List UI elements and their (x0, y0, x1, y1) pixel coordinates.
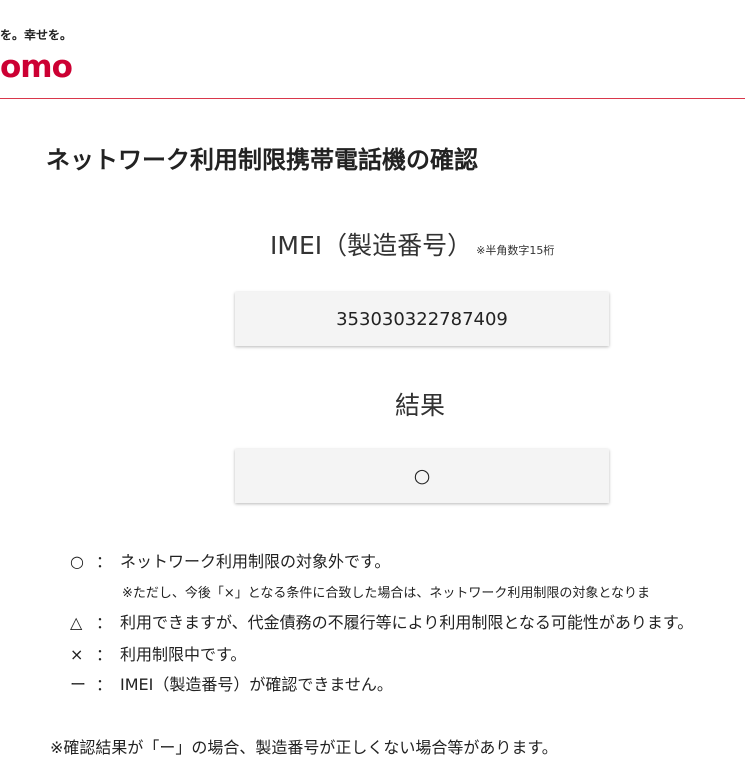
legend-item-triangle: △ ： 利用できますが、代金債務の不履行等により利用制限となる可能性があります。 (70, 609, 693, 633)
legend-item-circle: ○ ： ネットワーク利用制限の対象外です。 (70, 548, 390, 572)
site-header: を。幸せを。 omo (0, 0, 745, 99)
legend-text: 利用制限中です。 (120, 645, 247, 664)
legend-text: IMEI（製造番号）が確認できません。 (120, 675, 393, 694)
legend-colon: ： (96, 645, 113, 664)
footer-note: ※確認結果が「ー」の場合、製造番号が正しくない場合等があります。 (50, 738, 558, 757)
imei-heading: IMEI（製造番号） ※半角数字15桁 (270, 226, 554, 262)
cross-symbol: × (70, 645, 84, 664)
brand-tagline: を。幸せを。 (0, 28, 73, 42)
imei-value-field[interactable]: 353030322787409 (235, 292, 609, 346)
legend-colon: ： (96, 675, 113, 694)
brand-logo[interactable]: omo (0, 52, 73, 83)
circle-symbol: ○ (70, 552, 84, 571)
result-label: 結果 (394, 391, 445, 420)
legend-text: ネットワーク利用制限の対象外です。 (120, 552, 391, 571)
page-title: ネットワーク利用制限携帯電話機の確認 (46, 146, 478, 174)
triangle-symbol: △ (70, 613, 83, 632)
legend-colon: ： (96, 613, 113, 632)
legend-text: 利用できますが、代金債務の不履行等により利用制限となる可能性があります。 (120, 613, 694, 632)
imei-label: IMEI（製造番号） (270, 231, 473, 260)
legend-circle-note: ※ただし、今後「×」となる条件に合致した場合は、ネットワーク利用制限の対象となり… (122, 586, 651, 601)
legend-item-cross: × ： 利用制限中です。 (70, 641, 246, 665)
result-value-field: ○ (235, 449, 609, 503)
legend-item-dash: ー ： IMEI（製造番号）が確認できません。 (70, 671, 393, 695)
dash-symbol: ー (70, 675, 87, 694)
imei-format-note: ※半角数字15桁 (476, 244, 555, 257)
legend-colon: ： (96, 552, 113, 571)
